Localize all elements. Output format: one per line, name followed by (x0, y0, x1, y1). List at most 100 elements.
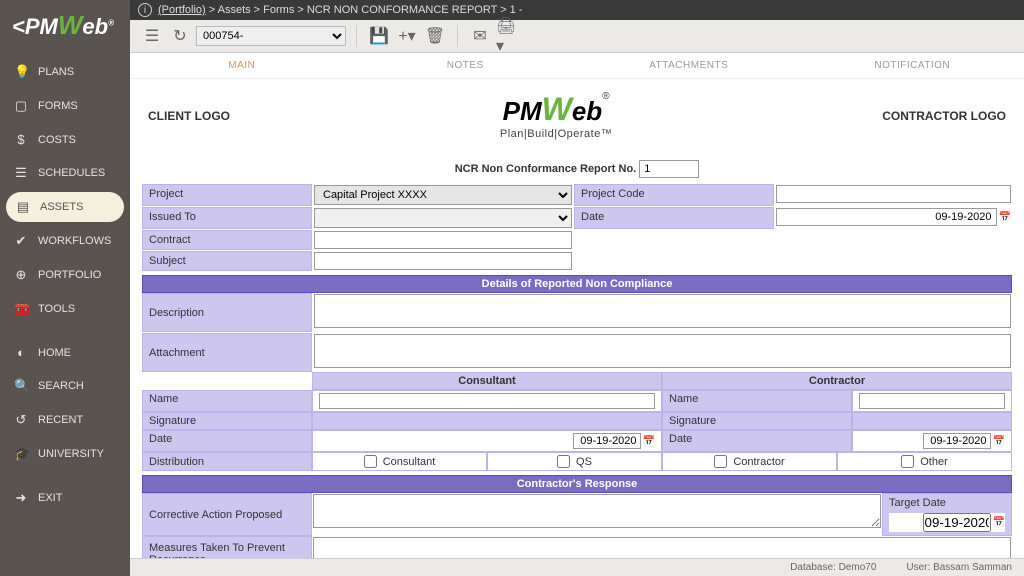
history-icon: ↺ (14, 412, 28, 428)
nav-exit[interactable]: ➜EXIT (0, 481, 130, 515)
add-icon[interactable]: +▾ (395, 24, 419, 48)
project-select[interactable]: Capital Project XXXX (314, 185, 572, 205)
nav-costs[interactable]: $COSTS (0, 123, 130, 156)
tagline: Plan|Build|Operate™ (500, 128, 612, 140)
form-area: CLIENT LOGO PMWeb® Plan|Build|Operate™ C… (130, 79, 1024, 576)
logo-pm: PM (25, 14, 58, 39)
contract-input[interactable] (314, 231, 572, 249)
refresh-icon[interactable]: ↻ (168, 24, 192, 48)
mail-icon[interactable]: ✉ (468, 24, 492, 48)
toolbox-icon: 🧰 (14, 301, 28, 317)
nav-search[interactable]: 🔍SEARCH (0, 369, 130, 403)
dist-consultant-check[interactable] (364, 455, 377, 468)
distribution-label: Distribution (142, 452, 312, 471)
print-icon[interactable]: 🖨▾ (496, 24, 520, 48)
nav-plans[interactable]: 💡PLANS (0, 55, 130, 89)
delete-icon[interactable]: 🗑 (423, 24, 447, 48)
toolbar: ☰ ↻ 000754- 💾 +▾ 🗑 ✉ 🖨▾ (130, 20, 1024, 53)
subject-input[interactable] (314, 252, 572, 270)
nav-home[interactable]: ◐HOME (0, 336, 130, 369)
form-icon: ▢ (14, 98, 28, 114)
consultant-name-input[interactable] (319, 393, 655, 409)
consultant-date-input[interactable] (573, 433, 641, 449)
breadcrumb-path: > Assets > Forms > NCR NON CONFORMANCE R… (206, 4, 523, 16)
date-label: Date (574, 207, 774, 229)
nav-portfolio[interactable]: ⊕PORTFOLIO (0, 258, 130, 292)
breadcrumb: i (Portfolio) > Assets > Forms > NCR NON… (130, 0, 1024, 20)
center-logo: PMWeb® Plan|Build|Operate™ (500, 91, 612, 140)
tab-attachments[interactable]: ATTACHMENTS (577, 53, 801, 78)
contract-label: Contract (142, 230, 312, 250)
calendar-icon[interactable]: 📅 (993, 436, 1005, 447)
info-icon[interactable]: i (138, 3, 152, 17)
nav-forms[interactable]: ▢FORMS (0, 89, 130, 123)
calendar-icon[interactable]: 📅 (999, 212, 1011, 223)
contractor-header: Contractor (662, 372, 1012, 390)
target-date-label: Target Date (889, 497, 1005, 509)
issued-to-select[interactable] (314, 208, 572, 228)
assets-icon: ▤ (16, 199, 30, 215)
signature-label: Signature (142, 412, 312, 430)
nav-recent[interactable]: ↺RECENT (0, 403, 130, 437)
nav-secondary: ◐HOME 🔍SEARCH ↺RECENT 🎓UNIVERSITY (0, 336, 130, 471)
record-selector[interactable]: 000754- (196, 26, 346, 46)
tab-notes[interactable]: NOTES (354, 53, 578, 78)
dist-other-check[interactable] (901, 455, 914, 468)
tab-notification[interactable]: NOTIFICATION (801, 53, 1024, 78)
target-date-input[interactable] (923, 513, 991, 532)
database-name: Demo70 (839, 562, 877, 573)
search-icon: 🔍 (14, 378, 28, 394)
section-response: Contractor's Response (142, 475, 1012, 493)
tabs: MAIN NOTES ATTACHMENTS NOTIFICATION (130, 53, 1024, 79)
contractor-name-input[interactable] (859, 393, 1005, 409)
nav-university[interactable]: 🎓UNIVERSITY (0, 437, 130, 471)
tab-main[interactable]: MAIN (130, 53, 354, 78)
sign-date-label-2: Date (662, 430, 852, 452)
main-panel: i (Portfolio) > Assets > Forms > NCR NON… (130, 0, 1024, 576)
dollar-icon: $ (14, 132, 28, 147)
project-code-label: Project Code (574, 184, 774, 206)
logo-w: W (58, 10, 83, 40)
save-icon[interactable]: 💾 (367, 24, 391, 48)
nav-schedules[interactable]: ☰SCHEDULES (0, 156, 130, 190)
lightbulb-icon: 💡 (14, 64, 28, 80)
contractor-date-input[interactable] (923, 433, 991, 449)
calendar-icon[interactable]: 📅 (993, 517, 1005, 528)
section-details: Details of Reported Non Compliance (142, 275, 1012, 293)
project-code-input[interactable] (776, 185, 1011, 203)
outline-icon[interactable]: ☰ (140, 24, 164, 48)
issued-to-label: Issued To (142, 207, 312, 229)
nav-assets[interactable]: ▤ASSETS (6, 192, 124, 222)
nav-workflows[interactable]: ✔WORKFLOWS (0, 224, 130, 258)
description-input[interactable] (314, 294, 1011, 328)
dist-contractor-check[interactable] (714, 455, 727, 468)
exit-icon: ➜ (14, 490, 28, 506)
app-logo: <PMWeb® (0, 0, 130, 55)
description-label: Description (142, 293, 312, 332)
attachment-label: Attachment (142, 333, 312, 372)
sign-date-label: Date (142, 430, 312, 452)
project-label: Project (142, 184, 312, 206)
globe-icon: ⊕ (14, 267, 28, 283)
form-title: NCR Non Conformance Report No. (142, 144, 1012, 184)
status-bar: Database: Demo70 User: Bassam Samman (130, 558, 1024, 576)
check-icon: ✔ (14, 233, 28, 249)
report-no-input[interactable] (639, 160, 699, 178)
subject-label: Subject (142, 251, 312, 271)
consultant-header: Consultant (312, 372, 662, 390)
name-label-2: Name (662, 390, 852, 412)
date-input[interactable] (776, 208, 997, 226)
name-label: Name (142, 390, 312, 412)
breadcrumb-portfolio[interactable]: (Portfolio) (158, 4, 206, 16)
attachment-input[interactable] (314, 334, 1011, 368)
nav-tools[interactable]: 🧰TOOLS (0, 292, 130, 326)
graduation-icon: 🎓 (14, 446, 28, 462)
corrective-input[interactable] (313, 494, 881, 528)
contractor-logo-label: CONTRACTOR LOGO (882, 109, 1006, 123)
dist-qs-check[interactable] (557, 455, 570, 468)
sidebar: <PMWeb® 💡PLANS ▢FORMS $COSTS ☰SCHEDULES … (0, 0, 130, 576)
corrective-label: Corrective Action Proposed (142, 493, 312, 536)
client-logo-label: CLIENT LOGO (148, 109, 230, 123)
list-icon: ☰ (14, 165, 28, 181)
calendar-icon[interactable]: 📅 (643, 436, 655, 447)
